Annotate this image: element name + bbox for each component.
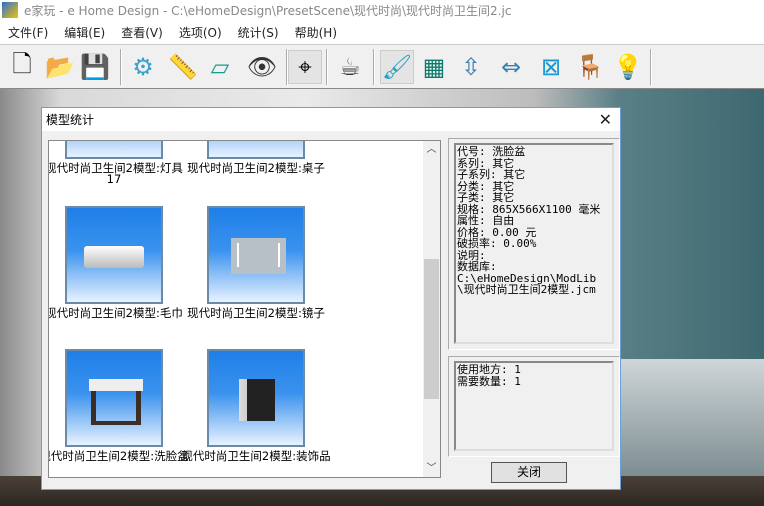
menu-view[interactable]: 查看(V) [113, 24, 171, 41]
model-statistics-dialog: 模型统计 ✕ 现代时尚卫生间2模型:灯具17 现代时尚卫生间2模型:桌子 现代时… [41, 107, 621, 490]
toolbar: 🗋 📂 💾 ⚙ 📏 ▱ 👁 ⌖ ☕ 🖌 ▦ ⇳ ⇔ ⊠ 🪑 💡 [0, 44, 764, 89]
list-item[interactable]: 现代时尚卫生间2模型:桌子 [181, 141, 331, 175]
scroll-down-icon[interactable]: ﹀ [423, 460, 440, 477]
model-label: 现代时尚卫生间2模型:桌子 [187, 161, 325, 175]
room-3d-icon[interactable]: ▱ [203, 50, 237, 84]
model-thumbnail [65, 206, 163, 304]
model-details-text: 代号: 洗脸盆 系列: 其它 子系列: 其它 分类: 其它 子类: 其它 规格:… [454, 143, 614, 344]
align-vertical-icon[interactable]: ⇳ [454, 50, 488, 84]
menu-file[interactable]: 文件(F) [0, 24, 56, 41]
save-icon[interactable]: 💾 [78, 50, 112, 84]
ruler-icon[interactable]: 📏 [166, 50, 200, 84]
usage-group: 使用地方: 1 需要数量: 1 [448, 356, 620, 457]
list-item[interactable]: 现代时尚卫生间2模型:毛巾 [48, 206, 189, 320]
model-thumbnail [207, 349, 305, 447]
list-item[interactable]: 现代时尚卫生间2模型:洗脸盆 [48, 349, 189, 463]
close-button[interactable]: 关闭 [491, 462, 567, 483]
model-label: 现代时尚卫生间2模型:洗脸盆 [48, 449, 189, 463]
app-icon [2, 2, 18, 18]
open-icon[interactable]: 📂 [43, 50, 77, 84]
scroll-thumb[interactable] [424, 259, 439, 399]
model-label: 现代时尚卫生间2模型:装饰品 [181, 449, 331, 463]
eye-view-icon[interactable]: 👁 [245, 50, 279, 84]
teapot-render-icon[interactable]: ☕ [333, 50, 367, 84]
dialog-title-bar: 模型统计 ✕ [42, 108, 620, 131]
light-bulb-icon[interactable]: 💡 [611, 50, 645, 84]
title-bar: e家玩 - e Home Design - C:\eHomeDesign\Pre… [0, 0, 764, 20]
menu-bar: 文件(F) 编辑(E) 查看(V) 选项(O) 统计(S) 帮助(H) [0, 20, 764, 44]
select-pointer-icon[interactable]: ⌖ [288, 50, 322, 84]
scroll-up-icon[interactable]: ︿ [423, 141, 440, 158]
model-label: 现代时尚卫生间2模型:灯具17 [48, 161, 183, 186]
settings-gear-icon[interactable]: ⚙ [126, 50, 160, 84]
model-thumbnail [65, 141, 163, 159]
list-scrollbar[interactable]: ︿ ﹀ [423, 141, 440, 477]
model-thumbnail [65, 349, 163, 447]
chair-icon[interactable]: 🪑 [573, 50, 607, 84]
usage-text: 使用地方: 1 需要数量: 1 [454, 361, 614, 451]
model-thumbnail [207, 141, 305, 159]
dialog-title: 模型统计 [46, 113, 95, 127]
model-label: 现代时尚卫生间2模型:毛巾 [48, 306, 183, 320]
scene-cabinet [620, 359, 764, 479]
details-group: 代号: 洗脸盆 系列: 其它 子系列: 其它 分类: 其它 子类: 其它 规格:… [448, 138, 620, 350]
list-item[interactable]: 现代时尚卫生间2模型:镜子 [181, 206, 331, 319]
object-select-icon[interactable]: ⊠ [534, 50, 568, 84]
close-icon[interactable]: ✕ [599, 110, 612, 129]
list-item[interactable]: 现代时尚卫生间2模型:装饰品 [181, 349, 331, 462]
align-horizontal-icon[interactable]: ⇔ [494, 50, 528, 84]
menu-options[interactable]: 选项(O) [171, 24, 230, 41]
list-item[interactable]: 现代时尚卫生间2模型:灯具17 [48, 141, 189, 186]
menu-statistics[interactable]: 统计(S) [230, 24, 287, 41]
model-thumbnail [207, 206, 305, 304]
window-title: e家玩 - e Home Design - C:\eHomeDesign\Pre… [24, 3, 512, 18]
menu-edit[interactable]: 编辑(E) [56, 24, 113, 41]
model-label: 现代时尚卫生间2模型:镜子 [187, 306, 325, 320]
new-file-icon[interactable]: 🗋 [5, 50, 39, 84]
brush-icon[interactable]: 🖌 [380, 50, 414, 84]
checker-texture-icon[interactable]: ▦ [417, 50, 451, 84]
model-list[interactable]: 现代时尚卫生间2模型:灯具17 现代时尚卫生间2模型:桌子 现代时尚卫生间2模型… [48, 140, 441, 478]
menu-help[interactable]: 帮助(H) [287, 24, 345, 41]
